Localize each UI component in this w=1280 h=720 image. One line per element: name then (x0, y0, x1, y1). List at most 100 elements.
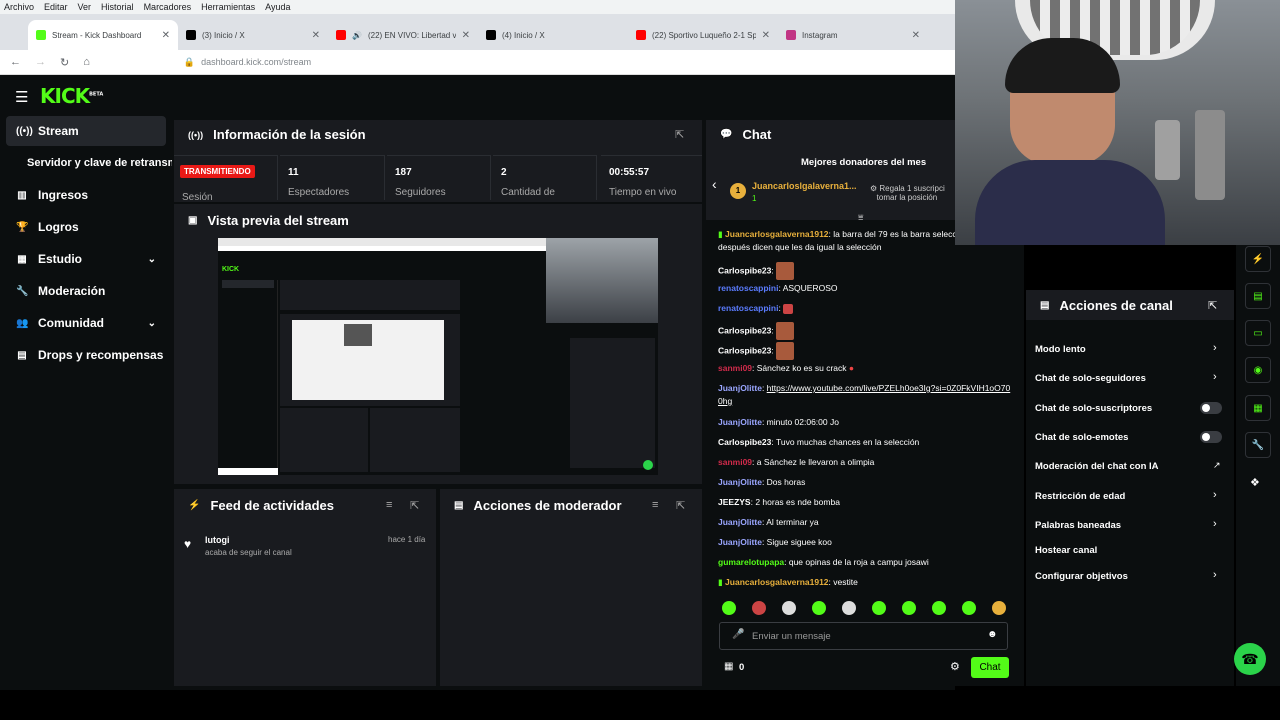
filter-icon[interactable]: ≡ (386, 499, 392, 511)
send-chat-button[interactable]: Chat (971, 657, 1009, 678)
menu-editar[interactable]: Editar (44, 2, 68, 12)
heart-icon: ♥ (184, 537, 192, 551)
emote-icon[interactable] (872, 601, 886, 615)
chevron-right-icon[interactable]: › (1213, 569, 1217, 581)
close-tab-icon[interactable]: ✕ (912, 30, 920, 41)
close-tab-icon[interactable]: ✕ (312, 30, 320, 41)
channel-icon[interactable]: ▦ (1245, 395, 1271, 421)
sidebar-item-comunidad[interactable]: 👥 Comunidad ⌄ (6, 308, 166, 338)
chat-bubble-icon[interactable]: ▭ (1245, 320, 1271, 346)
wrench-icon[interactable]: 🔧 (1245, 432, 1271, 458)
url-bar[interactable]: 🔒 dashboard.kick.com/stream (184, 53, 884, 71)
pin-icon[interactable]: ⩸ (858, 212, 863, 223)
gift-sub-text[interactable]: ⚙ Regala 1 suscripci tomar la posición (870, 184, 952, 202)
browser-tab[interactable]: (3) Inicio / X ✕ (178, 20, 328, 50)
chat-message: JuanjOlitte: Sigue siguee koo (718, 537, 832, 547)
donor-name[interactable]: Juancarloslgalaverna1... (752, 181, 857, 191)
external-link-icon[interactable]: ↗ (1213, 460, 1221, 471)
gear-icon[interactable]: ⚙ (950, 660, 960, 673)
menu-ver[interactable]: Ver (78, 2, 92, 12)
action-slow-mode[interactable]: Modo lento (1035, 344, 1086, 355)
action-banned-words[interactable]: Palabras baneadas (1035, 520, 1121, 531)
reload-icon[interactable]: ↻ (60, 56, 69, 69)
sidebar-item-logros[interactable]: 🏆 Logros (6, 212, 166, 242)
sidebar-item-estudio[interactable]: ▦ Estudio ⌄ (6, 244, 166, 274)
chevron-right-icon[interactable]: › (1213, 518, 1217, 530)
support-icon[interactable]: ☎ (1234, 643, 1266, 675)
browser-tab[interactable]: (22) Sportivo Luqueño 2-1 Spor ✕ (628, 20, 778, 50)
sidebar-item-drops[interactable]: ▤ Drops y recompensas (6, 340, 166, 370)
chat-message: JuanjOlitte: Dos horas (718, 477, 806, 487)
donor-gift-count: 1 (752, 194, 757, 203)
emote-icon[interactable] (932, 601, 946, 615)
popout-icon[interactable]: ⇱ (676, 499, 685, 512)
back-icon[interactable]: ← (10, 56, 21, 68)
chat-message: renatoscappini: (718, 302, 1013, 315)
x-favicon-icon (486, 30, 496, 40)
chevron-right-icon[interactable]: › (1213, 489, 1217, 501)
menu-historial[interactable]: Historial (101, 2, 134, 12)
subscribers-only-toggle[interactable] (1200, 402, 1222, 414)
chat-message: ▮ Juancarlosgalaverna1912: vestite (718, 577, 858, 587)
emoji-picker-icon[interactable]: ☻ (987, 629, 998, 640)
menu-herramientas[interactable]: Herramientas (201, 2, 255, 12)
kick-logo[interactable]: KICKBETA (40, 84, 103, 108)
browser-tab[interactable]: Stream - Kick Dashboard ✕ (28, 20, 178, 50)
emote-icon[interactable] (962, 601, 976, 615)
emote-icon[interactable] (992, 601, 1006, 615)
menu-marcadores[interactable]: Marcadores (144, 2, 192, 12)
action-configure-goals[interactable]: Configurar objetivos (1035, 571, 1128, 582)
hamburger-menu-icon[interactable]: ☰ (15, 88, 28, 106)
browser-tab[interactable]: 🔊 (22) EN VIVO: Libertad vs. ✕ (328, 20, 478, 50)
filter-icon[interactable]: ≡ (652, 499, 658, 511)
action-age-restriction[interactable]: Restricción de edad (1035, 491, 1125, 502)
browser-menubar: Archivo Editar Ver Historial Marcadores … (0, 0, 955, 14)
action-subscribers-only[interactable]: Chat de solo-suscriptores (1035, 403, 1152, 414)
bolt-icon[interactable]: ⚡ (1245, 246, 1271, 272)
broadcast-icon[interactable]: ◉ (1245, 357, 1271, 383)
action-host-channel[interactable]: Hostear canal (1035, 545, 1097, 556)
menu-ayuda[interactable]: Ayuda (265, 2, 290, 12)
chevron-right-icon[interactable]: › (1213, 371, 1217, 383)
emote-icon[interactable] (752, 601, 766, 615)
action-ai-moderation[interactable]: Moderación del chat con IA (1035, 461, 1159, 472)
action-followers-only[interactable]: Chat de solo-seguidores (1035, 373, 1146, 384)
gift-icon: ⚙ (870, 184, 878, 193)
chevron-left-icon[interactable]: ‹ (712, 176, 717, 192)
forward-icon[interactable]: → (35, 56, 46, 68)
feed-item-user[interactable]: lutogi (205, 535, 230, 545)
close-tab-icon[interactable]: ✕ (162, 30, 170, 41)
emote-icon[interactable] (782, 601, 796, 615)
close-tab-icon[interactable]: ✕ (762, 30, 770, 41)
browser-tab[interactable]: (4) Inicio / X (478, 20, 628, 50)
action-emotes-only[interactable]: Chat de solo-emotes (1035, 432, 1128, 443)
emote-icon[interactable] (902, 601, 916, 615)
emote-icon (776, 322, 795, 340)
browser-tab[interactable]: Instagram ✕ (778, 20, 928, 50)
document-icon[interactable]: ▤ (1245, 283, 1271, 309)
emotes-only-toggle[interactable] (1200, 431, 1222, 443)
popout-icon[interactable]: ⇱ (675, 128, 684, 141)
sidebar-item-stream[interactable]: ((•)) Stream (6, 116, 166, 146)
sidebar-subitem-stream-key[interactable]: Servidor y clave de retransmisión (27, 157, 172, 169)
youtube-favicon-icon (336, 30, 346, 40)
stream-preview-header: ▣ Vista previa del stream (188, 213, 349, 228)
kick-favicon-icon (36, 30, 46, 40)
emote-icon[interactable] (722, 601, 736, 615)
drops-icon: ▤ (17, 349, 27, 361)
popout-icon[interactable]: ⇱ (410, 499, 419, 512)
close-tab-icon[interactable]: ✕ (462, 30, 470, 41)
chevron-right-icon[interactable]: › (1213, 342, 1217, 354)
add-widget-icon[interactable]: ❖ (1250, 476, 1260, 489)
menu-archivo[interactable]: Archivo (4, 2, 34, 12)
sidebar-item-ingresos[interactable]: ▥ Ingresos (6, 180, 166, 210)
stream-preview-video[interactable]: KICK (218, 238, 658, 475)
emote-icon[interactable] (812, 601, 826, 615)
home-icon[interactable]: ⌂ (83, 56, 90, 68)
emote-icon[interactable] (842, 601, 856, 615)
sidebar-item-moderacion[interactable]: 🔧 Moderación (6, 276, 166, 306)
popout-icon[interactable]: ⇱ (1208, 299, 1217, 312)
speaker-icon[interactable]: 🔊 (352, 31, 362, 40)
mic-icon[interactable]: 🎤 (732, 629, 744, 640)
quick-emotes[interactable] (722, 601, 1006, 620)
